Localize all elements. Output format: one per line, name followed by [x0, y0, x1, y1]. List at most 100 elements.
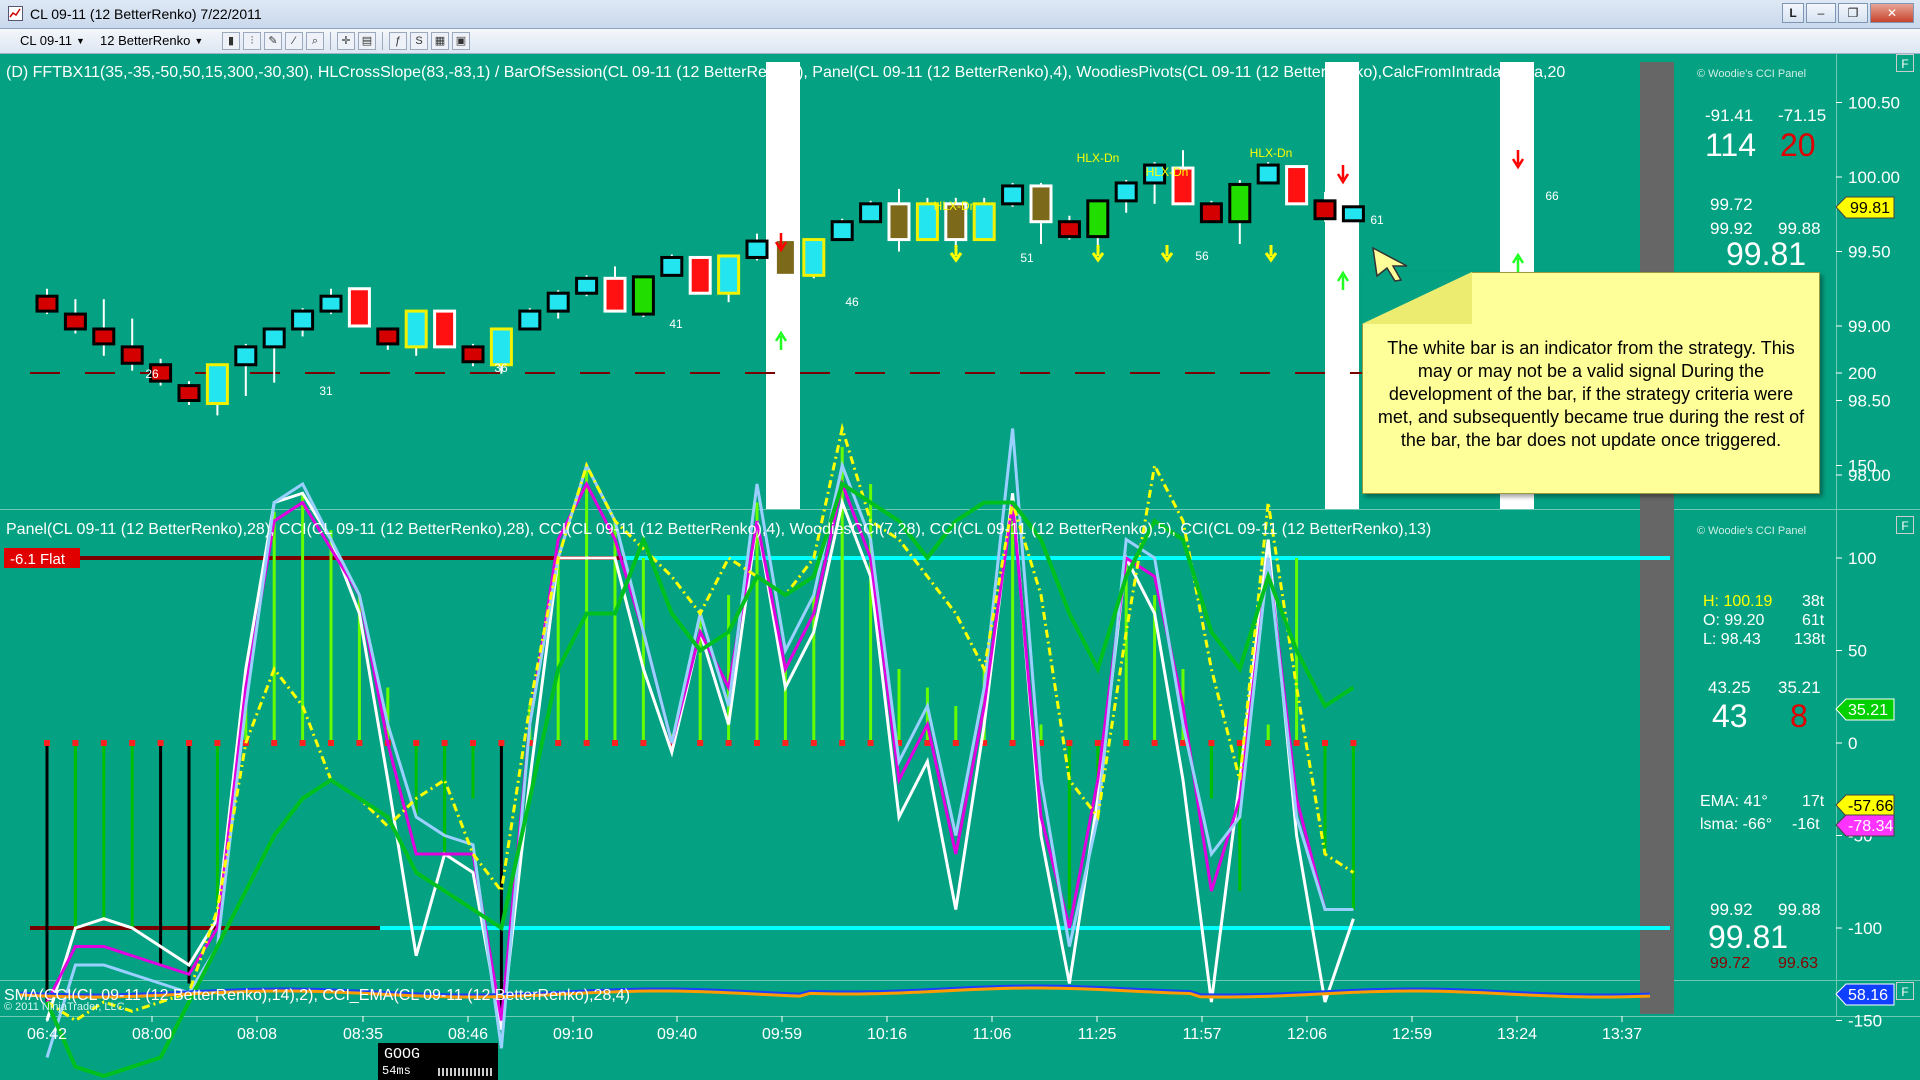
close-button[interactable]: ✕: [1870, 3, 1914, 23]
panel-brand: © Woodie's CCI Panel: [1697, 68, 1806, 80]
signal-bar: [766, 62, 800, 509]
zero-marker: [1009, 740, 1016, 746]
cci-readout: 35.21: [1778, 678, 1821, 697]
zero-marker: [100, 740, 107, 746]
minimize-button[interactable]: –: [1806, 3, 1836, 23]
interval-label: 12 BetterRenko: [100, 33, 191, 48]
candle-body: [234, 345, 258, 367]
zero-marker: [839, 740, 846, 746]
status-badge-label: -6.1 Flat: [10, 551, 66, 568]
bar-type-icon[interactable]: ▮: [222, 32, 240, 50]
zero-marker: [328, 740, 334, 746]
instrument-selector[interactable]: CL 09-11 ▼: [20, 32, 85, 49]
panel-brand: © Woodie's CCI Panel: [1697, 525, 1806, 537]
axis-divider: [1836, 54, 1837, 1016]
zero-marker: [782, 740, 789, 746]
last-price-label: 99.81: [1850, 200, 1890, 217]
candle-body: [1341, 205, 1365, 223]
hol-low: L: 98.43: [1703, 631, 1761, 648]
ticker-latency: 54ms: [382, 1064, 411, 1078]
zoom-icon[interactable]: ⌕: [306, 32, 324, 50]
zero-marker: [583, 740, 590, 746]
zero-marker: [157, 740, 164, 746]
chevron-down-icon: ▼: [194, 35, 204, 46]
current-bar-column: [1640, 62, 1674, 1014]
zero-marker: [356, 740, 363, 746]
candle-body: [1057, 220, 1081, 239]
link-button[interactable]: L: [1782, 3, 1804, 23]
zero-marker: [555, 740, 562, 746]
cci-big-value: 43: [1712, 698, 1748, 734]
candle-body: [1285, 165, 1309, 206]
lsma-ticks: -16t: [1792, 816, 1820, 833]
candle-body: [1086, 199, 1110, 239]
window-titlebar[interactable]: CL 09-11 (12 BetterRenko) 7/22/2011 L – …: [0, 0, 1920, 29]
ema-angle: EMA: 41°: [1700, 793, 1768, 810]
data-box-icon[interactable]: ▦: [431, 32, 449, 50]
readout-big-value: 20: [1780, 127, 1816, 163]
lsma-tag-label: -78.34: [1848, 818, 1893, 835]
signal-label: HLX-Dn: [1077, 151, 1120, 165]
calendar-icon[interactable]: ▣: [452, 32, 470, 50]
panel-float-button[interactable]: F: [1896, 982, 1914, 1000]
cci-axis-label: -150: [1848, 1012, 1882, 1031]
panel-divider: [0, 980, 1920, 981]
ticker-widget[interactable]: GOOG 54ms: [378, 1043, 498, 1080]
mouse-pointer-icon: [1372, 246, 1408, 282]
time-axis-label: 11:57: [1183, 1026, 1222, 1043]
time-axis-label: 13:37: [1602, 1026, 1642, 1043]
bar-number-label: 61: [1370, 213, 1384, 227]
price-axis-label: 100.00: [1848, 168, 1900, 187]
bar-number-label: 41: [669, 317, 683, 331]
annotation-text: The white bar is an indicator from the s…: [1377, 338, 1805, 450]
zero-marker: [470, 740, 476, 746]
signal-label: HLX-Dn: [934, 199, 977, 213]
maximize-button[interactable]: ❐: [1838, 3, 1868, 23]
price-axis-label: 99.00: [1848, 317, 1891, 336]
price-readout-low: 99.72: [1710, 955, 1750, 972]
zero-marker: [299, 740, 306, 746]
draw-tool-icon[interactable]: ✎: [264, 32, 282, 50]
zero-marker: [1094, 740, 1101, 746]
interval-selector[interactable]: 12 BetterRenko ▼: [100, 32, 203, 49]
candle-body: [1199, 202, 1223, 224]
instrument-label: CL 09-11: [20, 33, 73, 48]
candle-body: [603, 276, 627, 313]
price-readout-low: 99.63: [1778, 955, 1818, 972]
time-axis-label: 08:00: [132, 1026, 172, 1043]
ticker-symbol: GOOG: [384, 1046, 421, 1063]
candle-body: [830, 220, 854, 242]
bar-number-label: 36: [494, 361, 508, 375]
crosshair-icon[interactable]: ✛: [337, 32, 355, 50]
candle-body: [1001, 184, 1025, 206]
candle-body: [319, 294, 343, 313]
zero-marker: [1123, 740, 1130, 746]
price-axis-label: 98.50: [1848, 392, 1891, 411]
cci-panel-header: Panel(CL 09-11 (12 BetterRenko),28), CCI…: [6, 521, 1431, 538]
chart-style-icon[interactable]: ⫶: [243, 32, 261, 50]
candle-body: [262, 327, 286, 349]
strategies-icon[interactable]: S: [410, 32, 428, 50]
candle-body: [859, 202, 883, 224]
panel-float-button[interactable]: F: [1896, 516, 1914, 534]
time-axis-label: 11:25: [1078, 1026, 1117, 1043]
line-tool-icon[interactable]: ⁄: [285, 32, 303, 50]
properties-icon[interactable]: ▤: [358, 32, 376, 50]
zero-marker: [1066, 740, 1073, 746]
zero-marker: [186, 740, 192, 746]
zero-marker: [754, 740, 760, 746]
candle-body: [972, 202, 996, 242]
zero-marker: [867, 740, 874, 746]
cci-axis-label: 100: [1848, 549, 1876, 568]
zero-marker: [214, 740, 221, 746]
zero-marker: [498, 740, 505, 746]
chart-canvas[interactable]: 100.50100.0099.5099.0098.5098.00HLX-DnHL…: [0, 54, 1920, 1080]
zero-marker: [1151, 740, 1158, 746]
time-axis-label: 09:10: [553, 1026, 593, 1043]
indicators-icon[interactable]: ƒ: [389, 32, 407, 50]
readout-big-value: 114: [1705, 127, 1756, 163]
candle-body: [404, 309, 428, 349]
candle-body: [887, 202, 911, 242]
axis-divider: [0, 1016, 1920, 1017]
panel-float-button[interactable]: F: [1896, 54, 1914, 72]
